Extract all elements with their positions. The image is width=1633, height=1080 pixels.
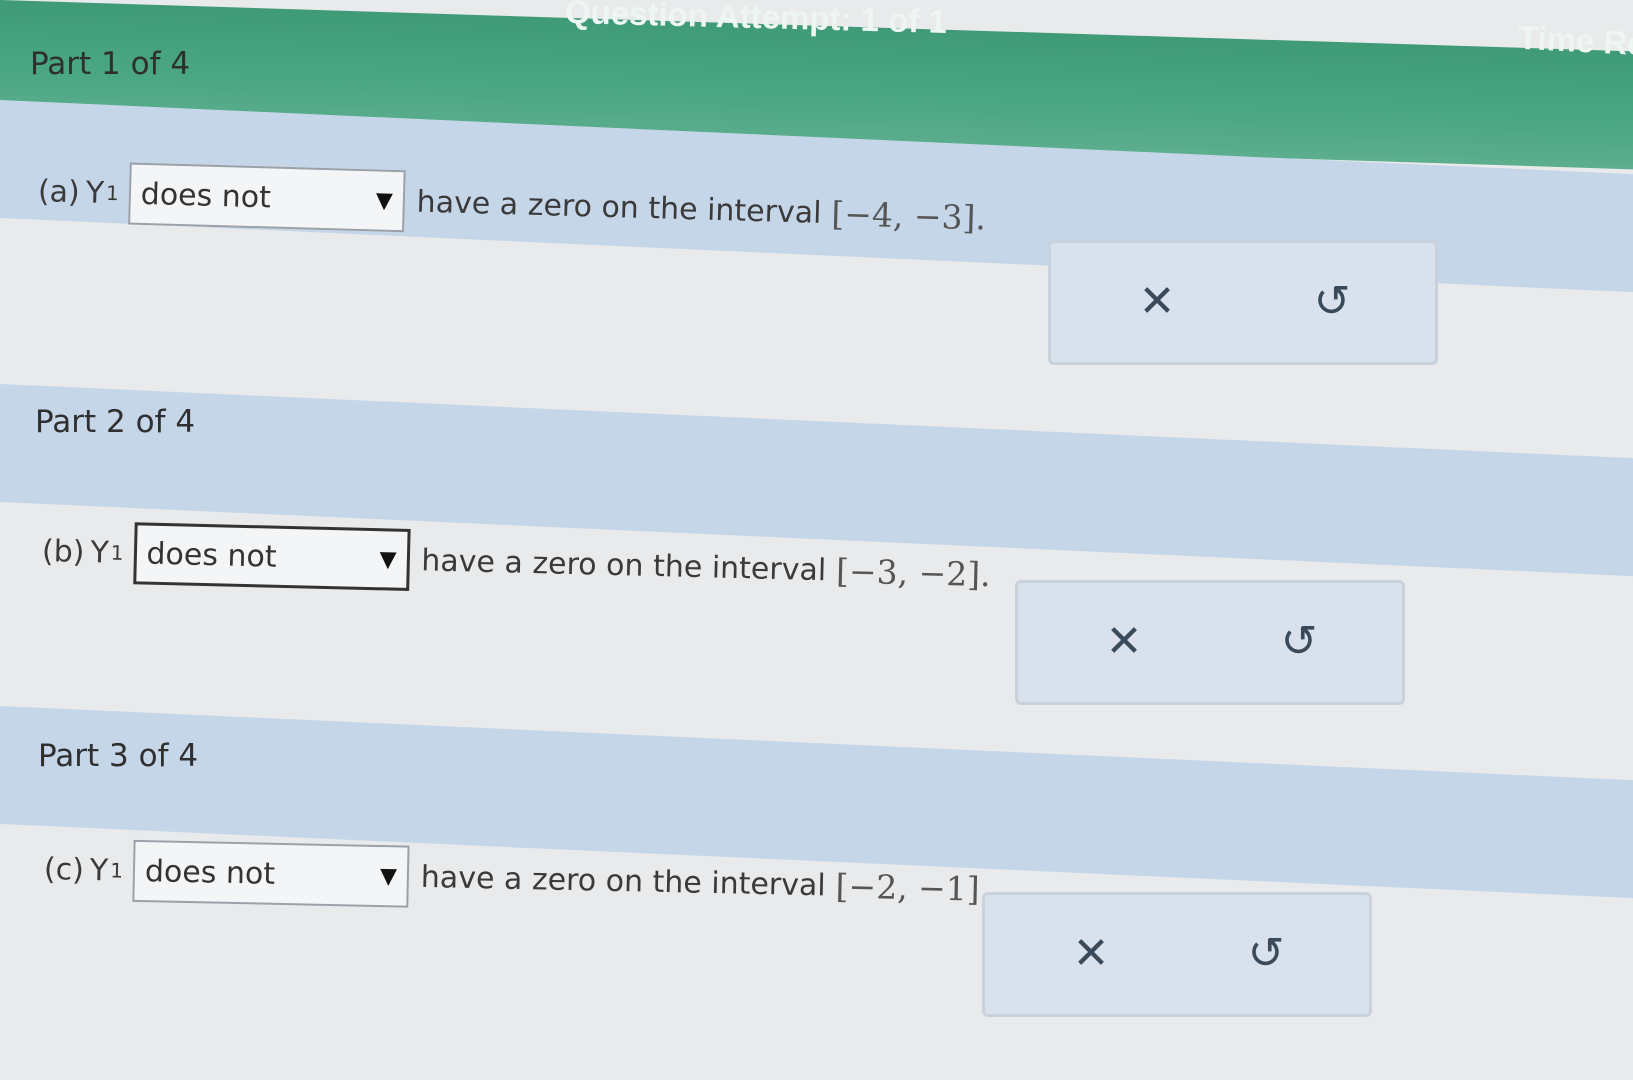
- variable-subscript: 1: [110, 540, 124, 565]
- undo-icon[interactable]: ↺: [1306, 275, 1358, 327]
- caret-down-icon: ▼: [375, 187, 394, 214]
- time-remaining: Time Re: [1517, 18, 1633, 63]
- question-text: have a zero on the interval: [416, 184, 822, 231]
- caret-down-icon: ▼: [379, 546, 397, 573]
- question-label: (a): [37, 173, 81, 210]
- close-icon[interactable]: ✕: [1065, 927, 1117, 979]
- close-icon[interactable]: ✕: [1098, 615, 1150, 667]
- question-text: have a zero on the interval: [420, 859, 827, 903]
- answer-dropdown-a[interactable]: does not ▼: [127, 162, 406, 233]
- answer-tools-c: ✕ ↺: [982, 892, 1372, 1017]
- answer-dropdown-b[interactable]: does not ▼: [132, 522, 411, 591]
- part-label-3: Part 3 of 4: [38, 738, 199, 774]
- part-label-1: Part 1 of 4: [30, 46, 191, 82]
- answer-dropdown-c[interactable]: does not ▼: [132, 839, 410, 908]
- question-label: (b): [41, 533, 85, 570]
- interval-text: [−4, −3].: [830, 193, 987, 237]
- caret-down-icon: ▼: [379, 863, 398, 889]
- dropdown-value: does not: [144, 853, 276, 892]
- dropdown-value: does not: [140, 176, 272, 215]
- question-label: (c): [43, 851, 85, 888]
- variable-name: Y: [89, 852, 109, 888]
- answer-tools-b: ✕ ↺: [1015, 580, 1405, 705]
- question-text: have a zero on the interval: [420, 542, 827, 588]
- undo-icon[interactable]: ↺: [1240, 927, 1292, 979]
- variable-name: Y: [90, 534, 110, 571]
- variable-subscript: 1: [105, 180, 120, 206]
- variable-name: Y: [85, 174, 105, 211]
- interval-text: [−2, −1].: [835, 866, 991, 909]
- part-label-2: Part 2 of 4: [35, 404, 196, 440]
- variable-subscript: 1: [109, 858, 124, 883]
- close-icon[interactable]: ✕: [1131, 275, 1183, 327]
- undo-icon[interactable]: ↺: [1273, 615, 1325, 667]
- dropdown-value: does not: [146, 536, 278, 575]
- interval-text: [−3, −2].: [835, 550, 992, 594]
- answer-tools-a: ✕ ↺: [1048, 240, 1438, 365]
